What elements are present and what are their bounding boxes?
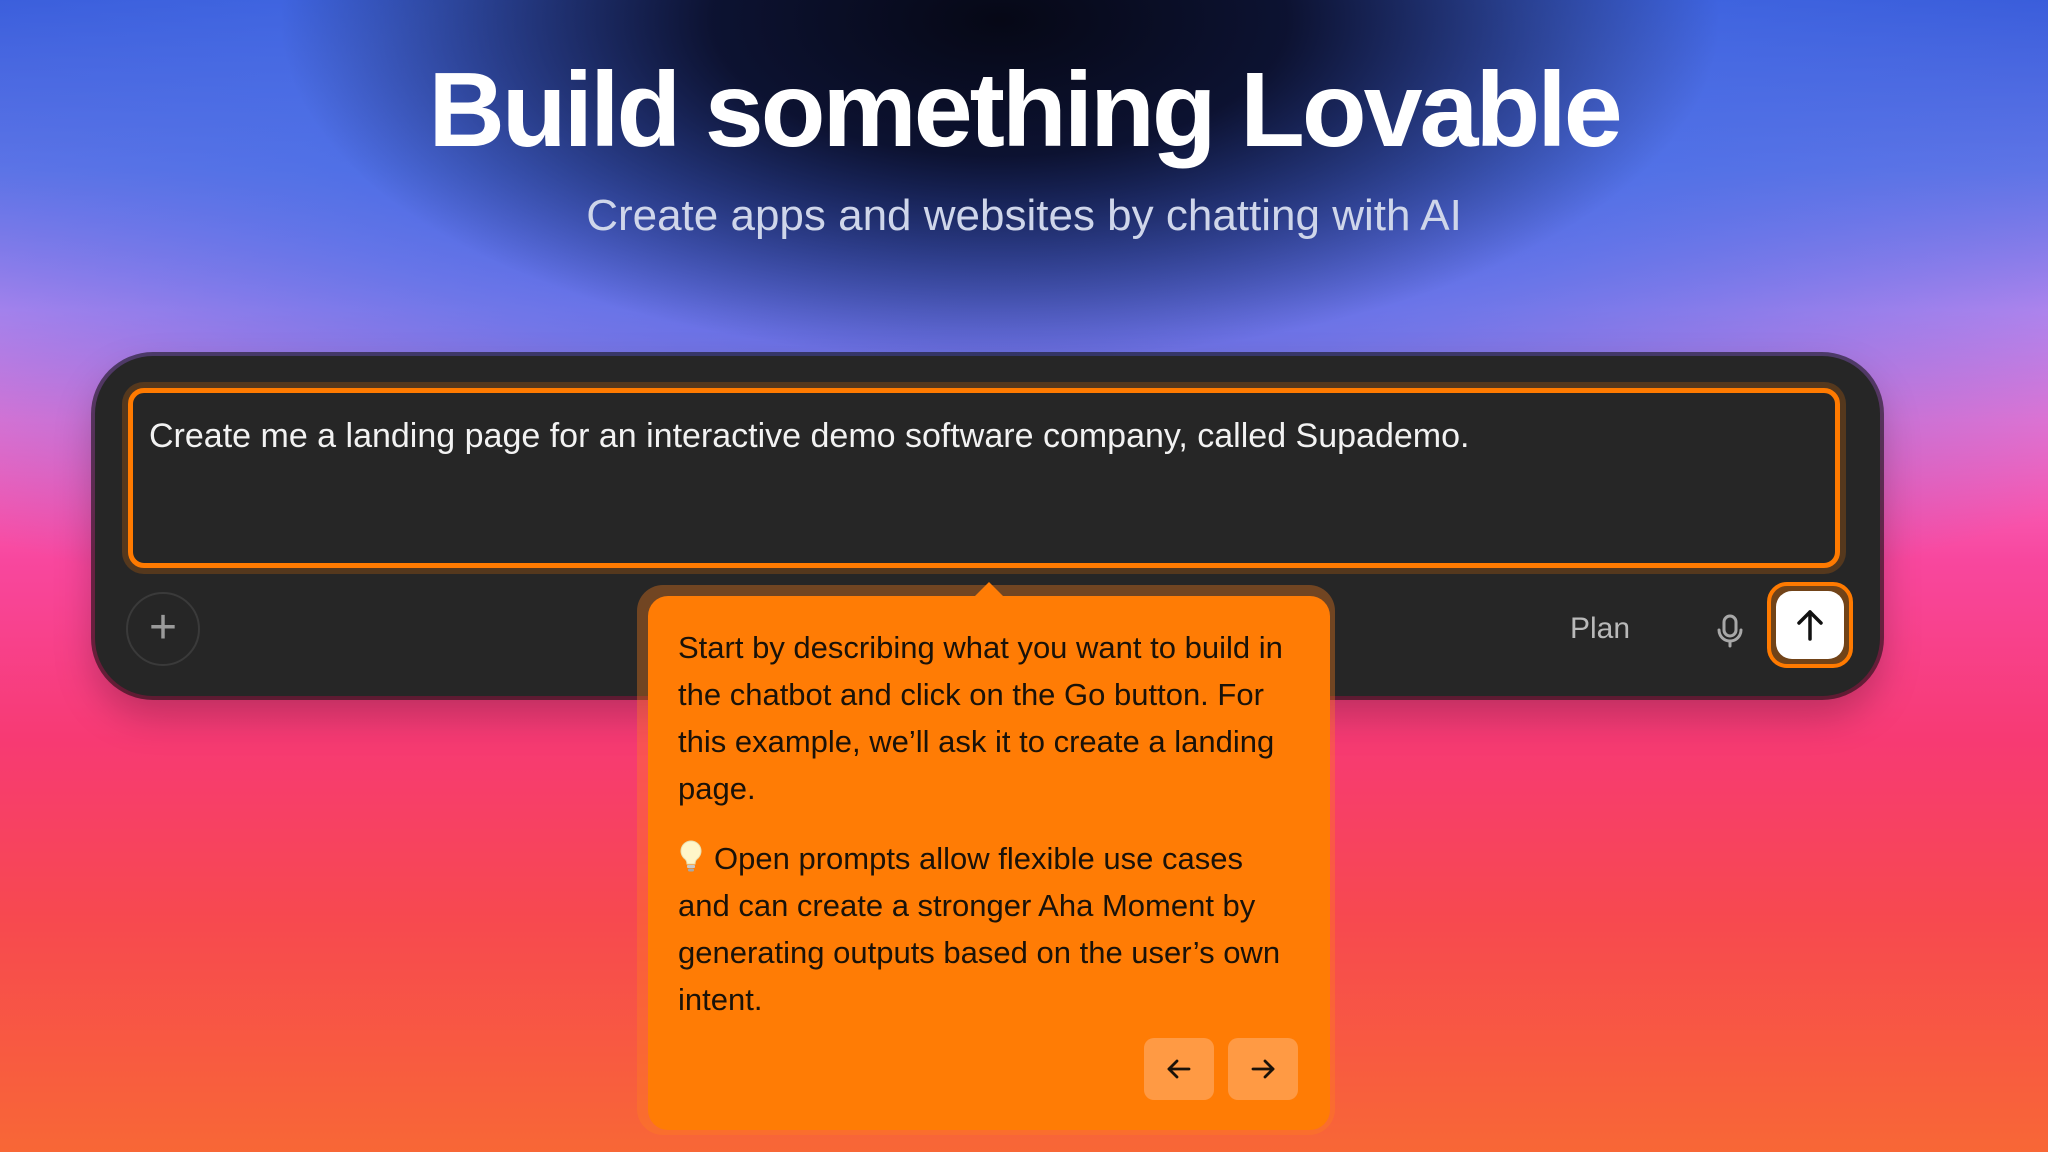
arrow-right-icon bbox=[1251, 1059, 1275, 1079]
prompt-input[interactable]: Create me a landing page for an interact… bbox=[128, 388, 1840, 568]
arrow-up-icon bbox=[1797, 610, 1823, 641]
lightbulb-icon bbox=[680, 840, 702, 872]
tooltip-paragraph-1: Start by describing what you want to bui… bbox=[678, 630, 1283, 806]
add-attachment-button[interactable]: + bbox=[126, 592, 200, 666]
hero-title: Build something Lovable bbox=[428, 51, 1622, 169]
previous-step-button[interactable] bbox=[1144, 1038, 1214, 1100]
hero-subtitle: Create apps and websites by chatting wit… bbox=[586, 191, 1462, 240]
tooltip-paragraph-2-wrap: Open prompts allow flexible use cases an… bbox=[678, 835, 1300, 1023]
arrow-left-icon bbox=[1167, 1059, 1191, 1079]
tooltip-paragraph-2: Open prompts allow flexible use cases an… bbox=[678, 841, 1281, 1017]
plus-icon: + bbox=[148, 601, 178, 654]
microphone-icon[interactable] bbox=[1710, 610, 1750, 650]
tooltip-pointer bbox=[975, 582, 1003, 596]
next-step-button[interactable] bbox=[1228, 1038, 1298, 1100]
send-button[interactable] bbox=[1776, 591, 1844, 659]
plan-button[interactable]: Plan bbox=[1570, 604, 1630, 654]
